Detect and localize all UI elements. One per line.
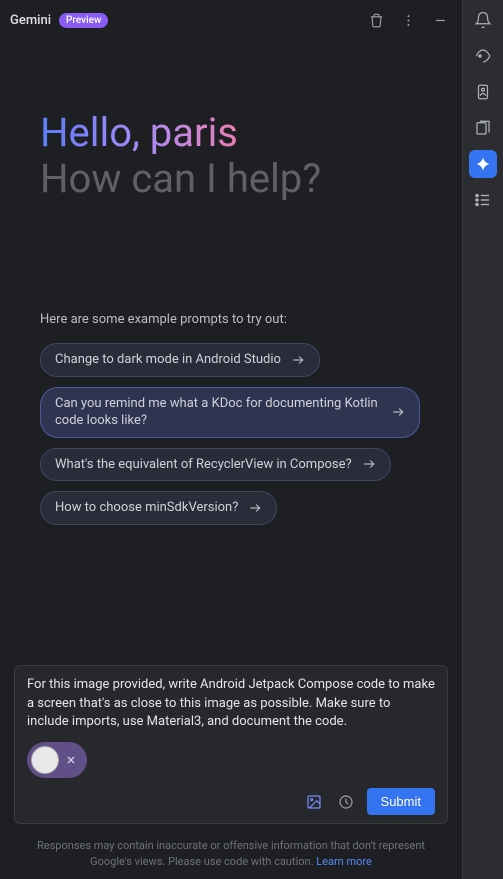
greeting-help: How can I help? [40,155,321,202]
remove-attachment-icon[interactable] [65,754,77,766]
example-chip[interactable]: Change to dark mode in Android Studio [40,343,320,377]
right-tool-rail [463,0,503,879]
learn-more-link[interactable]: Learn more [316,855,372,868]
gemini-panel: Gemini Preview Hello, paris How can I he… [0,0,463,879]
device-manager-icon[interactable] [469,42,497,70]
example-prompts: Here are some example prompts to try out… [40,312,422,525]
attachment-thumbnail [31,746,59,774]
image-attachment[interactable] [27,742,87,778]
greeting-hello: Hello, paris [40,109,238,156]
input-toolbar: Submit [27,788,435,815]
submit-button[interactable]: Submit [367,788,435,815]
list-icon[interactable] [469,186,497,214]
example-chip[interactable]: How to choose minSdkVersion? [40,491,277,525]
chip-label: Can you remind me what a KDoc for docume… [55,395,381,430]
chip-label: How to choose minSdkVersion? [55,499,238,517]
chat-content: Hello, paris How can I help? Here are so… [0,40,462,665]
notifications-icon[interactable] [469,6,497,34]
panel-title: Gemini [10,13,51,28]
examples-label: Here are some example prompts to try out… [40,312,422,327]
arrow-right-icon [291,353,305,367]
example-chip[interactable]: Can you remind me what a KDoc for docume… [40,387,420,438]
preview-badge: Preview [59,13,108,28]
prompt-input-area: For this image provided, write Android J… [14,665,448,825]
chip-label: What's the equivalent of RecyclerView in… [55,456,352,474]
image-icon[interactable] [303,791,325,813]
panel-header: Gemini Preview [0,0,462,40]
account-icon[interactable] [469,78,497,106]
arrow-right-icon [391,405,405,419]
gemini-icon[interactable] [469,150,497,178]
prompt-text[interactable]: For this image provided, write Android J… [27,676,435,733]
minimize-icon[interactable] [428,8,452,32]
history-icon[interactable] [335,791,357,813]
chip-label: Change to dark mode in Android Studio [55,351,281,369]
arrow-right-icon [362,457,376,471]
disclaimer: Responses may contain inaccurate or offe… [0,832,462,879]
arrow-right-icon [248,501,262,515]
files-icon[interactable] [469,114,497,142]
more-icon[interactable] [396,8,420,32]
greeting: Hello, paris How can I help? [40,110,422,202]
trash-icon[interactable] [364,8,388,32]
example-chip[interactable]: What's the equivalent of RecyclerView in… [40,448,391,482]
